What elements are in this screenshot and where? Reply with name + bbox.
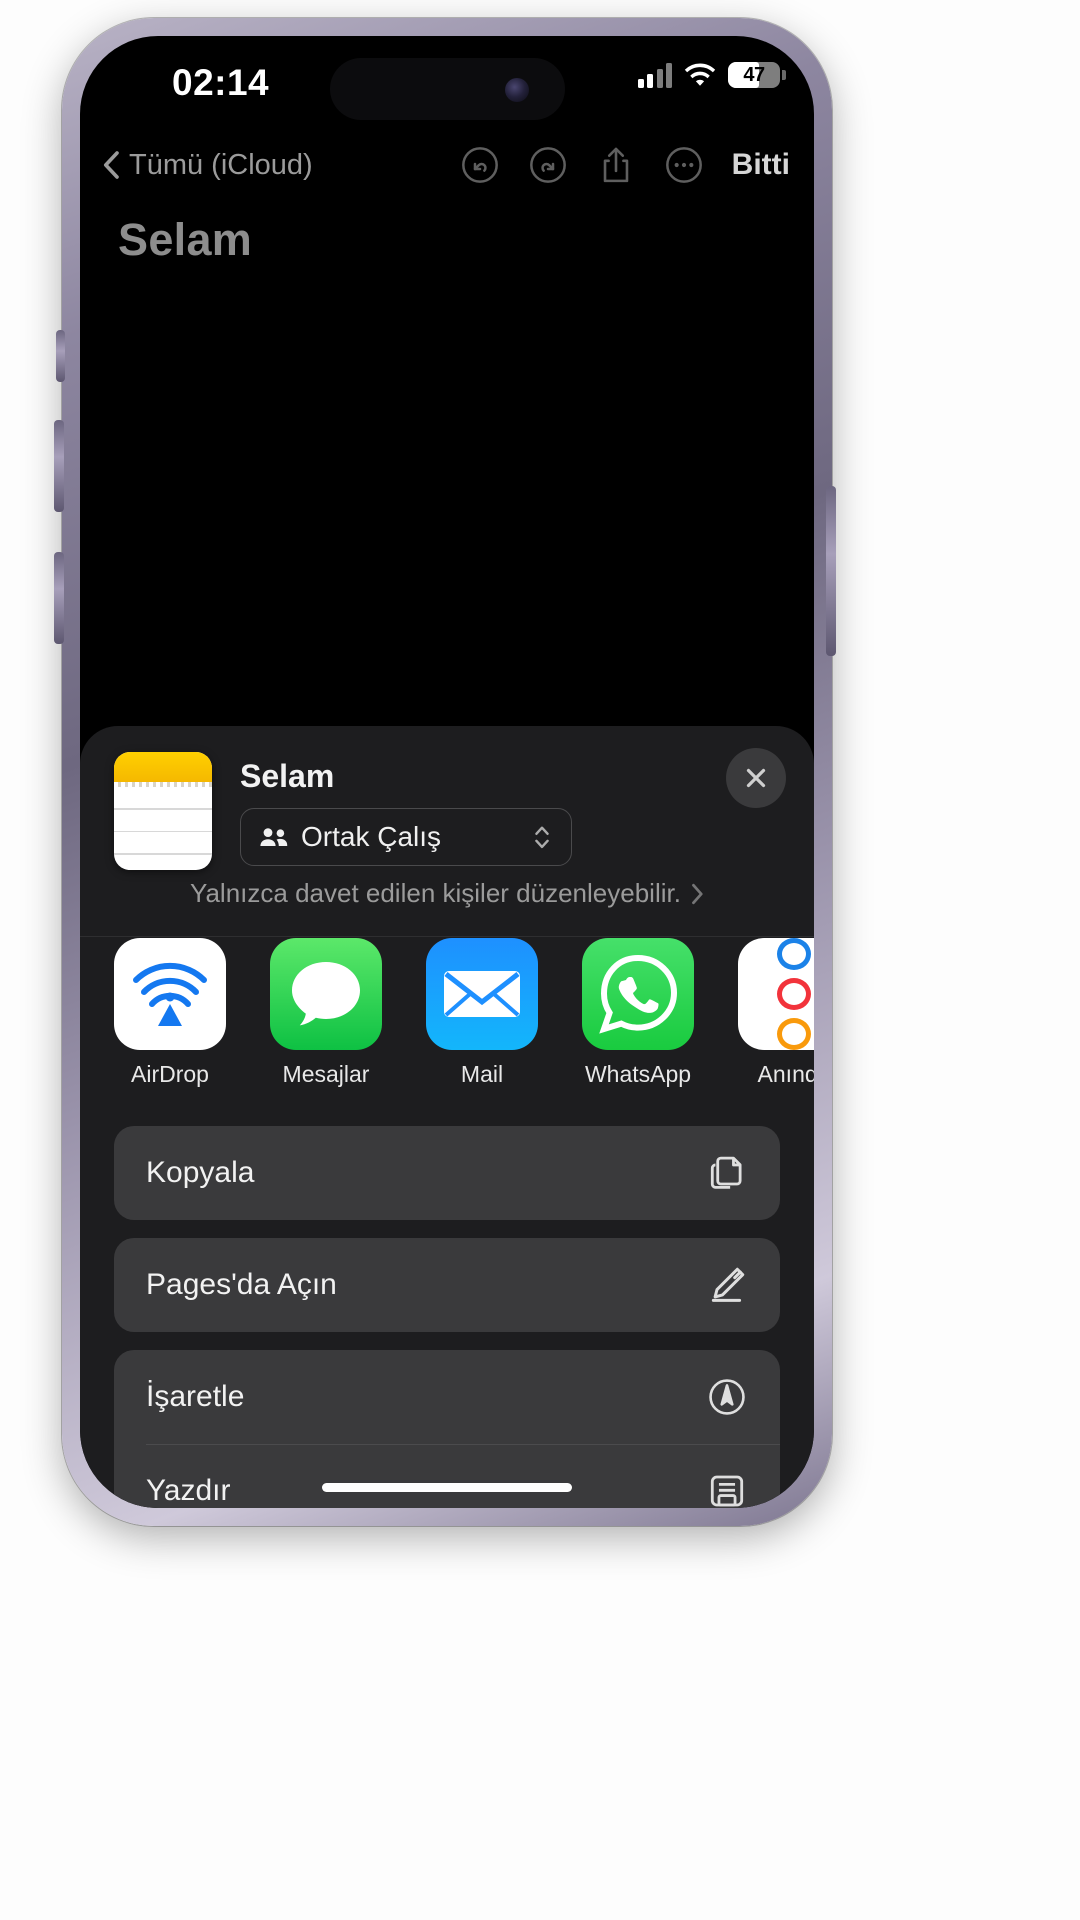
done-button[interactable]: Bitti: [732, 148, 790, 182]
messages-icon: [270, 938, 382, 1050]
phone-screen: 02:14 47 Tümü (iCloud) Bitti Selam Selam…: [80, 36, 814, 1508]
wifi-icon: [683, 62, 717, 88]
chevron-up-down-icon: [531, 821, 553, 853]
share-app-label: Mesajlar: [282, 1061, 370, 1087]
permission-row[interactable]: Yalnızca davet edilen kişiler düzenleyeb…: [80, 878, 814, 909]
chevron-left-icon: [102, 150, 120, 180]
chevron-right-icon: [691, 883, 704, 905]
action-label: Pages'da Açın: [146, 1268, 337, 1301]
action-row-yazdir[interactable]: Yazdır: [114, 1444, 780, 1508]
action-row-kopyala[interactable]: Kopyala: [114, 1126, 780, 1220]
close-icon: [741, 763, 771, 793]
share-app-messages[interactable]: Mesajlar: [270, 938, 382, 1088]
share-sheet: Selam Ortak Çalış Yalnızca davet edilen …: [80, 726, 814, 1508]
share-app-label: AirDrop: [131, 1061, 209, 1087]
front-camera-icon: [505, 78, 529, 102]
action-label: Kopyala: [146, 1156, 255, 1189]
share-app-whatsapp[interactable]: WhatsApp: [582, 938, 694, 1088]
share-app-label: Mail: [460, 1061, 504, 1087]
undo-icon[interactable]: [460, 145, 500, 185]
note-title: Selam: [118, 214, 253, 265]
ellipsis-circle-icon[interactable]: [664, 145, 704, 185]
action-group: Kopyala: [114, 1126, 780, 1220]
battery-level: 47: [743, 63, 765, 86]
people-icon: [259, 825, 289, 849]
navigation-bar: Tümü (iCloud) Bitti: [80, 132, 814, 198]
status-bar: 02:14 47: [80, 36, 814, 132]
collaboration-label: Ortak Çalış: [301, 821, 442, 852]
share-sheet-header: Selam Ortak Çalış Yalnızca davet edilen …: [80, 726, 814, 937]
power-button[interactable]: [826, 486, 836, 656]
printer-icon: [706, 1470, 748, 1508]
back-button[interactable]: Tümü (iCloud): [102, 149, 313, 182]
share-apps-row[interactable]: AirDrop Mesajlar Mail WhatsApp Anınd: [80, 938, 814, 1118]
share-item-title: Selam: [240, 758, 335, 794]
permission-text: Yalnızca davet edilen kişiler düzenleyeb…: [190, 878, 681, 908]
status-indicators: 47: [637, 62, 786, 88]
battery-icon: 47: [728, 62, 786, 88]
share-app-mail[interactable]: Mail: [426, 938, 538, 1088]
share-app-label: Anında: [757, 1061, 814, 1087]
share-icon[interactable]: [596, 145, 636, 185]
action-row-pages[interactable]: Pages'da Açın: [114, 1238, 780, 1332]
action-label: İşaretle: [146, 1380, 245, 1413]
status-time: 02:14: [172, 62, 270, 103]
collaboration-picker[interactable]: Ortak Çalış: [240, 808, 572, 866]
signal-bars-icon: [637, 62, 672, 88]
back-button-label: Tümü (iCloud): [129, 148, 313, 181]
share-actions-list: Kopyala Pages'da Açın İşaretle Yazdır: [114, 1126, 780, 1508]
close-button[interactable]: [726, 748, 786, 808]
markup-icon: [706, 1376, 748, 1418]
action-group: Pages'da Açın: [114, 1238, 780, 1332]
share-app-airdrop[interactable]: AirDrop: [114, 938, 226, 1088]
share-app-instant-note[interactable]: Anında: [738, 938, 814, 1088]
instant-note-icon: [738, 938, 814, 1050]
dynamic-island: [330, 58, 565, 120]
airdrop-icon: [114, 938, 226, 1050]
volume-down-button[interactable]: [54, 552, 64, 644]
pencil-icon: [706, 1264, 748, 1306]
redo-icon[interactable]: [528, 145, 568, 185]
silent-switch[interactable]: [56, 330, 65, 382]
home-indicator[interactable]: [322, 1483, 572, 1492]
volume-up-button[interactable]: [54, 420, 64, 512]
notes-document-icon: [114, 752, 212, 870]
action-row-isaretle[interactable]: İşaretle: [114, 1350, 780, 1444]
mail-icon: [426, 938, 538, 1050]
share-app-label: WhatsApp: [584, 1061, 692, 1087]
whatsapp-icon: [582, 938, 694, 1050]
copy-icon: [706, 1152, 748, 1194]
